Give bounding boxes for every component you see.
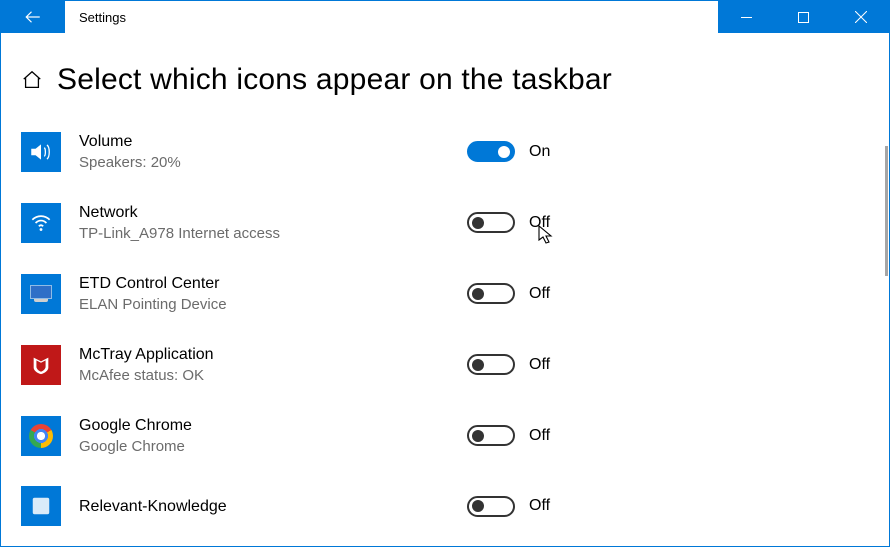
item-subtitle: TP-Link_A978 Internet access — [79, 224, 449, 244]
toggle-volume[interactable] — [467, 141, 515, 162]
toggle-wrap: Off — [467, 212, 550, 233]
toggle-state-label: Off — [529, 356, 550, 374]
item-subtitle: Google Chrome — [79, 437, 449, 457]
item-title: Volume — [79, 131, 449, 153]
page-heading-row: Select which icons appear on the taskbar — [21, 63, 869, 97]
toggle-state-label: Off — [529, 497, 550, 515]
item-text: McTray Application McAfee status: OK — [79, 344, 449, 385]
item-relevant-knowledge: Relevant-Knowledge Off — [21, 486, 869, 526]
item-text: Volume Speakers: 20% — [79, 131, 449, 172]
item-subtitle: Speakers: 20% — [79, 153, 449, 173]
toggle-state-label: On — [529, 143, 550, 161]
page-title: Select which icons appear on the taskbar — [57, 63, 612, 97]
toggle-mctray[interactable] — [467, 354, 515, 375]
minimize-icon — [741, 12, 752, 23]
vertical-scrollbar-thumb[interactable] — [885, 146, 888, 276]
toggle-knob — [472, 217, 484, 229]
toggle-chrome[interactable] — [467, 425, 515, 446]
chrome-tile — [21, 416, 61, 456]
titlebar: Settings — [1, 1, 889, 33]
content-area: Select which icons appear on the taskbar… — [1, 33, 889, 546]
toggle-state-label: Off — [529, 427, 550, 445]
home-button[interactable] — [21, 69, 43, 91]
toggle-knob — [472, 430, 484, 442]
toggle-etd[interactable] — [467, 283, 515, 304]
home-icon — [21, 69, 43, 91]
network-tile — [21, 203, 61, 243]
toggle-knob — [472, 359, 484, 371]
toggle-wrap: Off — [467, 425, 550, 446]
item-subtitle: McAfee status: OK — [79, 366, 449, 386]
volume-tile — [21, 132, 61, 172]
toggle-wrap: Off — [467, 496, 550, 517]
close-button[interactable] — [832, 1, 889, 33]
monitor-icon — [29, 285, 53, 303]
back-button[interactable] — [1, 1, 65, 33]
toggle-knob — [498, 146, 510, 158]
chrome-icon — [29, 424, 53, 448]
mcafee-icon — [30, 354, 52, 376]
toggle-knob — [472, 500, 484, 512]
item-text: Relevant-Knowledge — [79, 496, 449, 518]
icon-toggle-list: Volume Speakers: 20% On Network TP-Link_… — [21, 131, 869, 526]
item-chrome: Google Chrome Google Chrome Off — [21, 415, 869, 456]
maximize-icon — [798, 12, 809, 23]
toggle-knob — [472, 288, 484, 300]
back-arrow-icon — [24, 8, 42, 26]
volume-icon — [28, 139, 54, 165]
toggle-state-label: Off — [529, 214, 550, 232]
item-title: Google Chrome — [79, 415, 449, 437]
maximize-button[interactable] — [775, 1, 832, 33]
mctray-tile — [21, 345, 61, 385]
item-etd: ETD Control Center ELAN Pointing Device … — [21, 273, 869, 314]
toggle-state-label: Off — [529, 285, 550, 303]
titlebar-drag-area[interactable] — [140, 1, 718, 33]
toggle-wrap: Off — [467, 354, 550, 375]
window-controls — [718, 1, 889, 33]
item-subtitle: ELAN Pointing Device — [79, 295, 449, 315]
generic-icon — [30, 495, 52, 517]
item-mctray: McTray Application McAfee status: OK Off — [21, 344, 869, 385]
toggle-wrap: Off — [467, 283, 550, 304]
item-text: Google Chrome Google Chrome — [79, 415, 449, 456]
item-text: Network TP-Link_A978 Internet access — [79, 202, 449, 243]
item-title: ETD Control Center — [79, 273, 449, 295]
close-icon — [855, 11, 867, 23]
item-volume: Volume Speakers: 20% On — [21, 131, 869, 172]
etd-tile — [21, 274, 61, 314]
item-text: ETD Control Center ELAN Pointing Device — [79, 273, 449, 314]
item-network: Network TP-Link_A978 Internet access Off — [21, 202, 869, 243]
item-title: Network — [79, 202, 449, 224]
item-title: Relevant-Knowledge — [79, 496, 449, 518]
window-title: Settings — [65, 1, 140, 33]
wifi-icon — [28, 210, 54, 236]
minimize-button[interactable] — [718, 1, 775, 33]
item-title: McTray Application — [79, 344, 449, 366]
toggle-wrap: On — [467, 141, 550, 162]
toggle-relevant-knowledge[interactable] — [467, 496, 515, 517]
relevant-knowledge-tile — [21, 486, 61, 526]
toggle-network[interactable] — [467, 212, 515, 233]
